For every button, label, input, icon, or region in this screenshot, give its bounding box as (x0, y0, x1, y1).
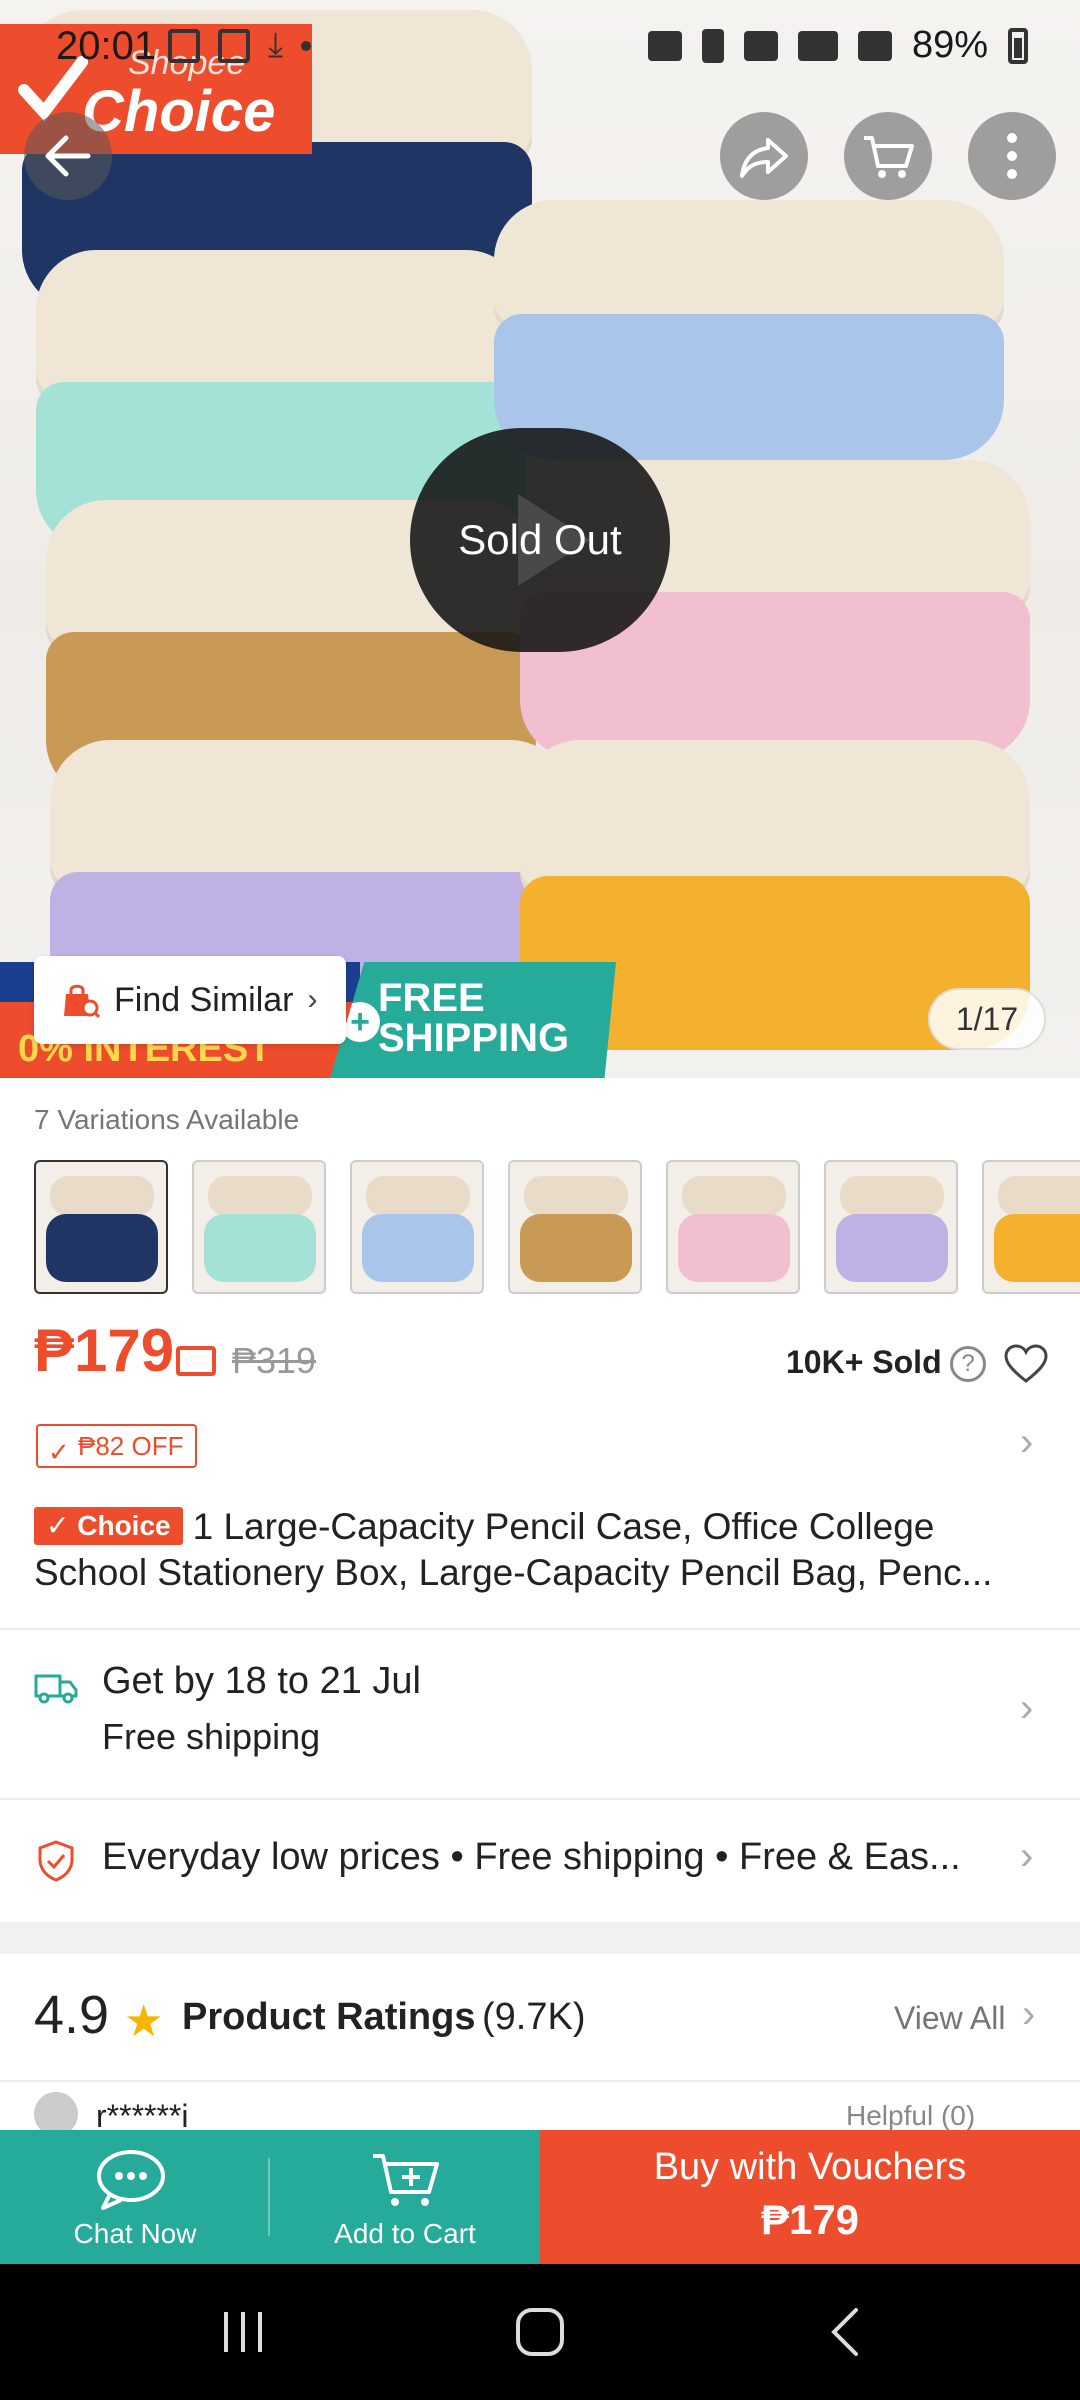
bottom-action-bar: Chat Now Add to Cart Buy with Vouchers ₱… (0, 2130, 1080, 2264)
rating-score: 4.9 (34, 1985, 110, 2045)
cart-icon (864, 136, 914, 178)
variation-thumb[interactable] (824, 1160, 958, 1294)
chat-bubble-icon (97, 2150, 165, 2210)
ratings-count: (9.7K) (482, 1996, 586, 2038)
find-similar-button[interactable]: Find Similar › (34, 956, 346, 1044)
heart-icon[interactable] (1004, 1344, 1048, 1384)
review-preview: r******i Helpful (0) (0, 2082, 1080, 2132)
variation-thumb[interactable] (666, 1160, 800, 1294)
image-page-indicator: 1/17 (928, 988, 1046, 1050)
buy-with-vouchers-button[interactable]: Buy with Vouchers ₱179 (540, 2130, 1080, 2264)
variation-thumbnails (34, 1160, 1080, 1294)
product-title: ✓ Choice 1 Large-Capacity Pencil Case, Of… (34, 1504, 1048, 1596)
add-to-cart-label: Add to Cart (334, 2218, 476, 2249)
guarantee-row[interactable]: Everyday low prices • Free shipping • Fr… (0, 1800, 1080, 1920)
sold-out-video-overlay[interactable]: Sold Out (410, 428, 670, 652)
free-shipping-line2: SHIPPING (378, 1016, 570, 1060)
status-time: 20:01 (56, 24, 157, 68)
battery-saver-icon (701, 28, 724, 63)
back-nav-icon[interactable] (820, 2302, 870, 2362)
chat-now-label: Chat Now (73, 2218, 197, 2249)
share-arrow-icon (740, 138, 788, 178)
voucher-tag[interactable]: ✓ ₱82 OFF (36, 1424, 198, 1468)
variations-label: 7 Variations Available (34, 1104, 300, 1135)
help-icon[interactable]: ? (950, 1346, 986, 1382)
buy-button-label: Buy with Vouchers (653, 2146, 967, 2188)
guarantee-text: Everyday low prices • Free shipping • Fr… (102, 1836, 961, 1878)
star-icon: ★ (124, 1997, 164, 2046)
download-notification-icon: ⤓ (268, 26, 284, 64)
cart-plus-icon (373, 2154, 439, 2206)
mute-icon (743, 30, 778, 61)
cart-button[interactable] (844, 112, 932, 200)
back-button[interactable] (24, 112, 112, 200)
key-icon (647, 30, 682, 61)
arrow-left-icon (45, 135, 91, 177)
original-price: ₱319 (232, 1340, 317, 1381)
section-gap (0, 1922, 1080, 1954)
free-shipping-banner: + FREE SHIPPING (330, 962, 616, 1078)
system-navigation-bar (0, 2264, 1080, 2400)
document-notification-icon (218, 28, 250, 63)
shopping-bag-search-icon (64, 984, 100, 1019)
product-ratings-row[interactable]: 4.9 ★ Product Ratings (9.7K) View All › (0, 1956, 1080, 2076)
check-icon: ✓ (48, 1437, 70, 1467)
current-price: ₱179 (34, 1317, 175, 1384)
variation-thumb[interactable] (34, 1160, 168, 1294)
view-all-link[interactable]: View All (894, 2000, 1005, 2037)
ratings-title: Product Ratings (182, 1996, 476, 2038)
chevron-right-icon: › (1020, 1686, 1034, 1730)
more-options-button[interactable] (968, 112, 1056, 200)
choice-badge-label: Choice (77, 1510, 171, 1541)
delivery-date: Get by 18 to 21 Jul (102, 1660, 421, 1702)
avatar (34, 2092, 78, 2132)
more-vertical-icon (1007, 133, 1017, 179)
status-bar: 20:01 ⤓ 89% (0, 0, 1080, 100)
chevron-right-icon[interactable]: › (1020, 1420, 1033, 1465)
variation-thumb[interactable] (192, 1160, 326, 1294)
signal-icon (857, 30, 892, 61)
share-button[interactable] (720, 112, 808, 200)
add-to-cart-button[interactable]: Add to Cart (270, 2130, 540, 2264)
product-image-gallery[interactable]: Shopee Choice 20:01 ⤓ 89% Sold Out 0% IN… (0, 0, 1080, 1078)
installment-coin-icon (176, 1346, 216, 1376)
find-similar-label: Find Similar (114, 980, 294, 1019)
shield-check-icon (38, 1840, 74, 1882)
truck-icon (34, 1674, 78, 1704)
chevron-right-icon: › (307, 983, 318, 1016)
sold-out-label: Sold Out (458, 516, 622, 563)
more-notifications-dot-icon (301, 40, 312, 51)
helpful-count[interactable]: Helpful (0) (846, 2100, 975, 2132)
variation-thumb[interactable] (350, 1160, 484, 1294)
chat-now-button[interactable]: Chat Now (0, 2130, 270, 2264)
product-photo-case-blue (494, 200, 1004, 460)
home-icon[interactable] (512, 2302, 568, 2362)
chevron-right-icon: › (1022, 1992, 1036, 2036)
gallery-notification-icon (168, 28, 200, 63)
choice-badge: ✓ Choice (34, 1507, 183, 1545)
battery-percent: 89% (911, 24, 988, 66)
recent-apps-icon[interactable] (218, 2302, 268, 2362)
chevron-right-icon: › (1020, 1834, 1034, 1878)
delivery-shipping: Free shipping (102, 1716, 321, 1757)
sold-count: 10K+ Sold (786, 1344, 942, 1380)
wifi-icon (797, 30, 838, 61)
variation-thumb[interactable] (982, 1160, 1080, 1294)
buy-button-price: ₱179 (760, 2196, 860, 2243)
battery-icon (1008, 27, 1028, 64)
reviewer-name: r******i (96, 2098, 189, 2132)
variation-thumb[interactable] (508, 1160, 642, 1294)
delivery-info-row[interactable]: Get by 18 to 21 Jul Free shipping › (0, 1630, 1080, 1796)
voucher-label: ₱82 OFF (78, 1431, 184, 1461)
free-shipping-line1: FREE (378, 976, 485, 1020)
